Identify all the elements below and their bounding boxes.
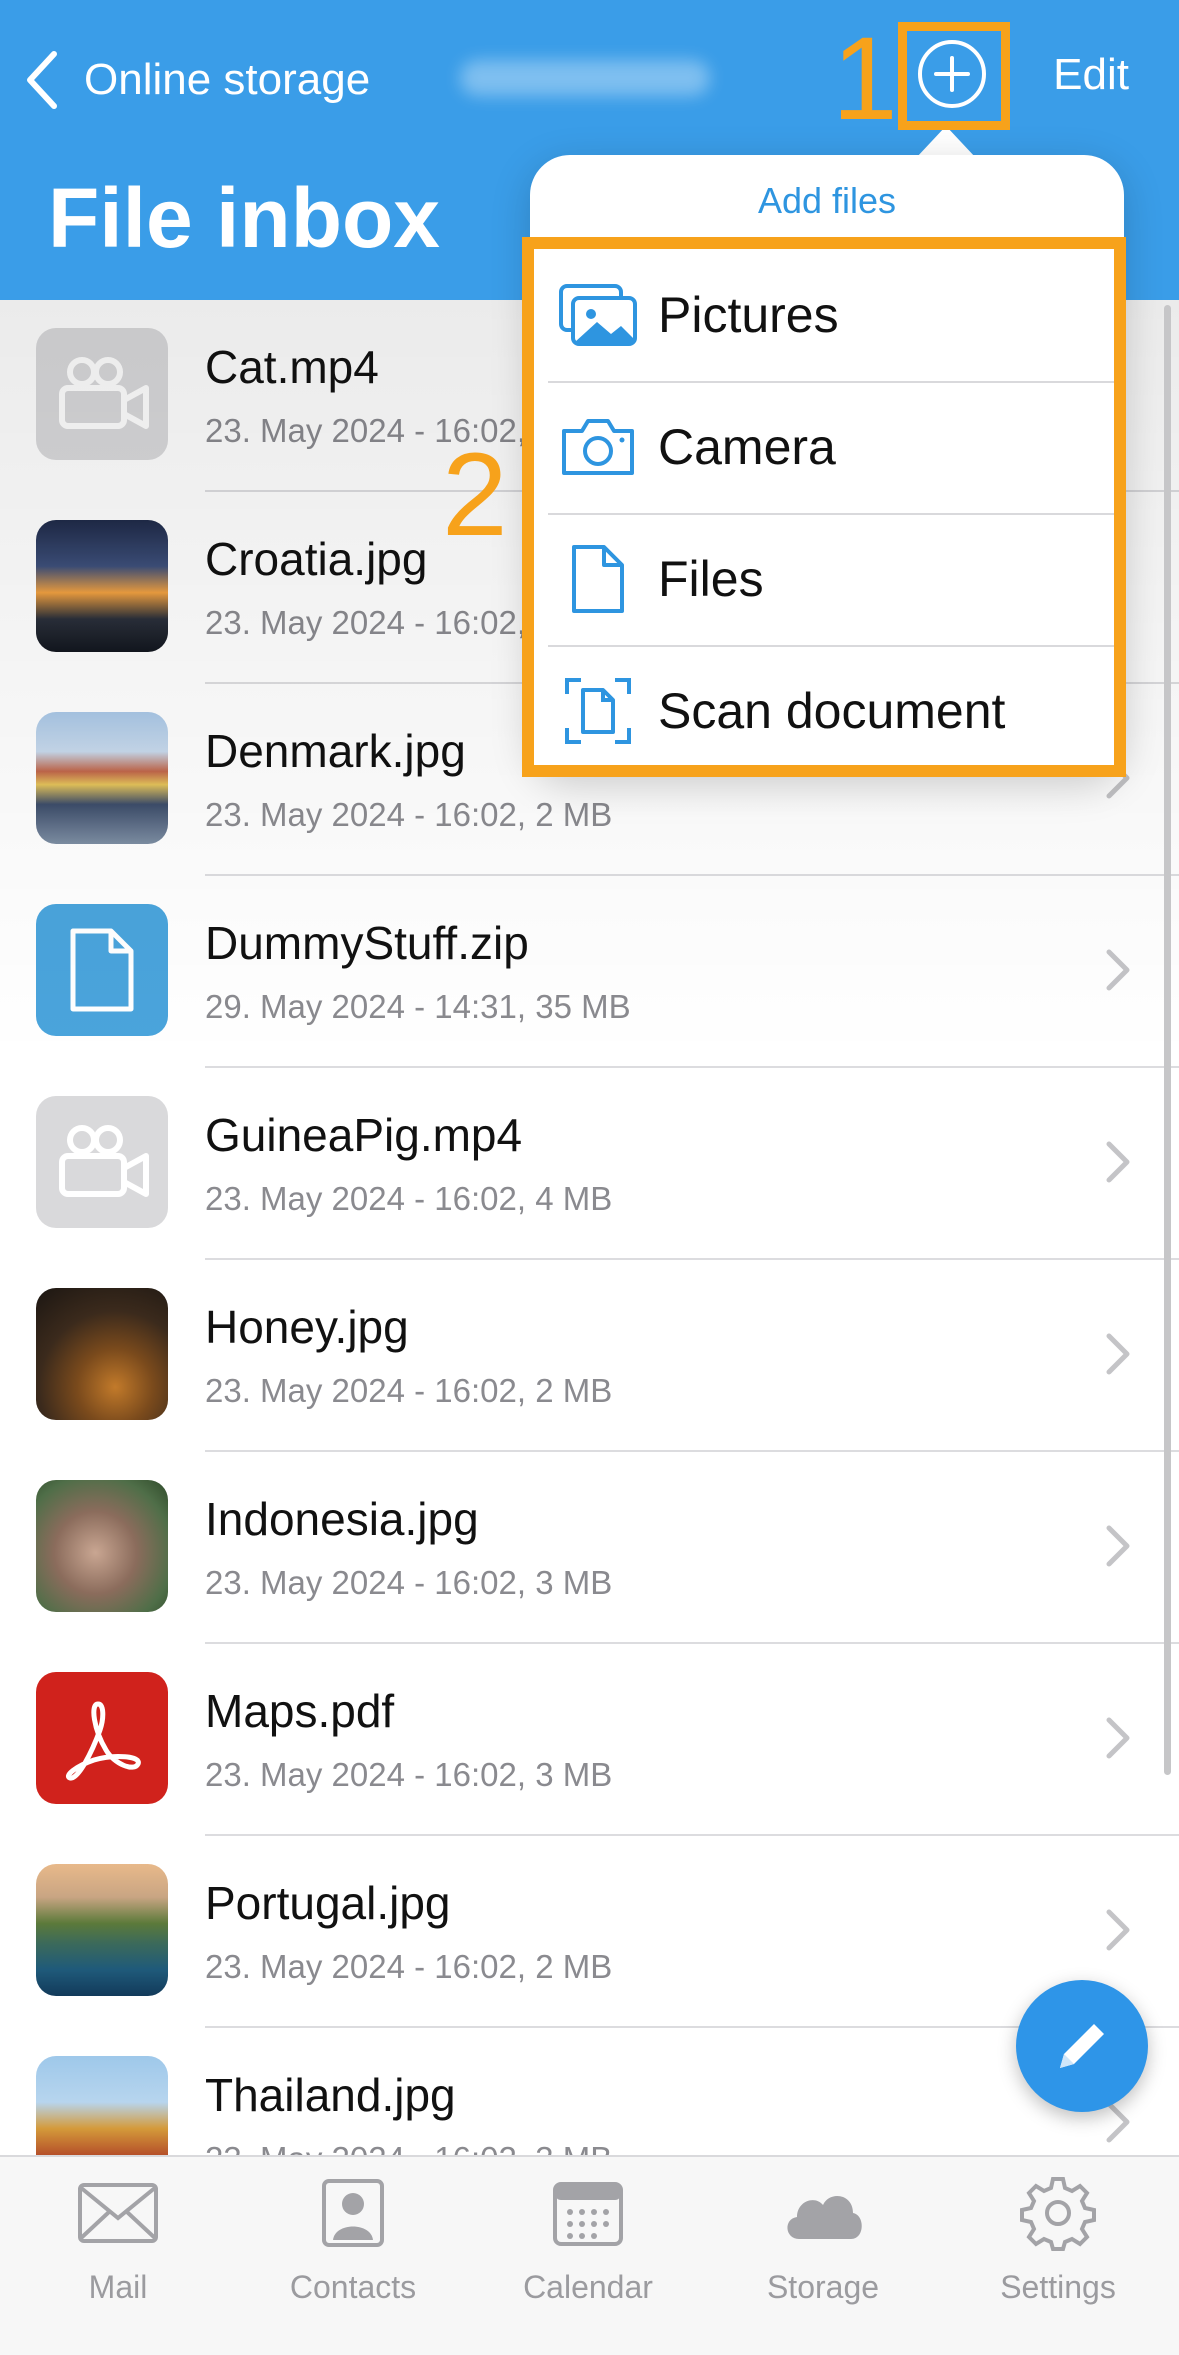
annotation-step-1: 1 xyxy=(832,13,898,145)
pdf-icon xyxy=(66,1701,141,1781)
tab-bar: Mail Contacts Calendar Storage Settings xyxy=(0,2155,1179,2355)
list-item[interactable]: Maps.pdf 23. May 2024 - 16:02, 3 MB xyxy=(0,1644,1179,1836)
file-name: DummyStuff.zip xyxy=(205,917,529,969)
menu-item-label: Camera xyxy=(658,419,836,475)
pdf-thumbnail xyxy=(36,1672,168,1804)
file-meta: 23. May 2024 - 16:02, 3 MB xyxy=(205,1564,613,1601)
file-name: Croatia.jpg xyxy=(205,533,428,585)
contacts-icon xyxy=(322,2179,384,2247)
edit-button[interactable]: Edit xyxy=(1053,50,1129,100)
document-thumbnail xyxy=(36,904,168,1036)
menu-item-label: Pictures xyxy=(658,287,839,343)
file-name: Denmark.jpg xyxy=(205,725,466,777)
video-thumbnail xyxy=(36,1096,168,1228)
image-thumbnail xyxy=(36,1288,168,1420)
menu-item-camera[interactable]: Camera xyxy=(534,381,1114,513)
menu-item-scan-document[interactable]: Scan document xyxy=(534,645,1114,777)
cloud-icon xyxy=(787,2195,862,2239)
video-camera-icon xyxy=(59,357,149,429)
image-thumbnail xyxy=(36,520,168,652)
annotation-highlight-add-button xyxy=(898,22,1010,130)
scan-document-icon xyxy=(565,678,631,744)
video-camera-icon xyxy=(59,1125,149,1197)
tab-label: Mail xyxy=(88,2269,148,2305)
compose-button[interactable] xyxy=(1016,1980,1148,2112)
menu-item-files[interactable]: Files xyxy=(534,513,1114,645)
menu-item-pictures[interactable]: Pictures xyxy=(534,249,1114,381)
chevron-right-icon xyxy=(1106,1525,1130,1567)
scrollbar[interactable] xyxy=(1164,305,1171,1775)
list-item[interactable]: GuineaPig.mp4 23. May 2024 - 16:02, 4 MB xyxy=(0,1068,1179,1260)
tab-settings[interactable]: Settings xyxy=(958,2171,1158,2306)
camera-icon xyxy=(562,419,634,475)
file-name: Cat.mp4 xyxy=(205,341,379,393)
tab-label: Calendar xyxy=(523,2269,653,2305)
tab-label: Contacts xyxy=(289,2269,417,2305)
back-label: Online storage xyxy=(84,55,371,104)
chevron-left-icon xyxy=(27,51,57,109)
image-thumbnail xyxy=(36,1480,168,1612)
list-item[interactable]: DummyStuff.zip 29. May 2024 - 14:31, 35 … xyxy=(0,876,1179,1068)
annotation-step-2: 2 xyxy=(442,429,508,561)
file-meta: 23. May 2024 - 16:02, 2 MB xyxy=(205,796,613,833)
chevron-right-icon xyxy=(1106,1717,1130,1759)
chevron-right-icon xyxy=(1106,1141,1130,1183)
page-title: File inbox xyxy=(48,171,441,265)
file-meta: 23. May 2024 - 16:02, 4 MB xyxy=(205,1180,613,1217)
tab-storage[interactable]: Storage xyxy=(723,2171,923,2306)
account-email-blurred xyxy=(460,60,710,96)
image-thumbnail xyxy=(36,712,168,844)
tab-label: Settings xyxy=(1000,2269,1116,2305)
tab-calendar[interactable]: Calendar xyxy=(488,2171,688,2306)
video-thumbnail xyxy=(36,328,168,460)
tab-mail[interactable]: Mail xyxy=(18,2171,218,2306)
menu-item-label: Scan document xyxy=(658,683,1006,739)
popup-arrow xyxy=(916,126,976,158)
tab-contacts[interactable]: Contacts xyxy=(253,2171,453,2306)
mail-icon xyxy=(78,2183,158,2243)
tab-label: Storage xyxy=(766,2269,880,2305)
pictures-icon xyxy=(559,284,637,346)
file-name: Maps.pdf xyxy=(205,1685,395,1737)
file-name: Indonesia.jpg xyxy=(205,1493,479,1545)
menu-item-label: Files xyxy=(658,551,764,607)
image-thumbnail xyxy=(36,1864,168,1996)
file-icon xyxy=(572,545,624,613)
chevron-right-icon xyxy=(1106,949,1130,991)
list-item[interactable]: Portugal.jpg 23. May 2024 - 16:02, 2 MB xyxy=(0,1836,1179,2028)
file-name: Honey.jpg xyxy=(205,1301,409,1353)
back-button[interactable]: Online storage xyxy=(24,40,370,120)
file-meta: 23. May 2024 - 16:02, 3 MB xyxy=(205,1756,613,1793)
file-meta: 29. May 2024 - 14:31, 35 MB xyxy=(205,988,631,1025)
add-files-menu: Pictures Camera Files Scan document xyxy=(522,237,1126,777)
file-name: Thailand.jpg xyxy=(205,2069,456,2121)
chevron-right-icon xyxy=(1106,1909,1130,1951)
calendar-icon xyxy=(553,2182,623,2246)
chevron-right-icon xyxy=(1106,2101,1130,2143)
file-meta: 23. May 2024 - 16:02, 2 MB xyxy=(205,1372,613,1409)
chevron-right-icon xyxy=(1106,1333,1130,1375)
popover-title: Add files xyxy=(757,180,897,221)
file-name: GuineaPig.mp4 xyxy=(205,1109,523,1161)
list-item[interactable]: Honey.jpg 23. May 2024 - 16:02, 2 MB xyxy=(0,1260,1179,1452)
list-item[interactable]: Indonesia.jpg 23. May 2024 - 16:02, 3 MB xyxy=(0,1452,1179,1644)
file-meta: 23. May 2024 - 16:02, 2 MB xyxy=(205,1948,613,1985)
document-icon xyxy=(70,928,134,1012)
file-name: Portugal.jpg xyxy=(205,1877,451,1929)
pencil-icon xyxy=(1060,2024,1104,2068)
gear-icon xyxy=(1020,2177,1096,2251)
